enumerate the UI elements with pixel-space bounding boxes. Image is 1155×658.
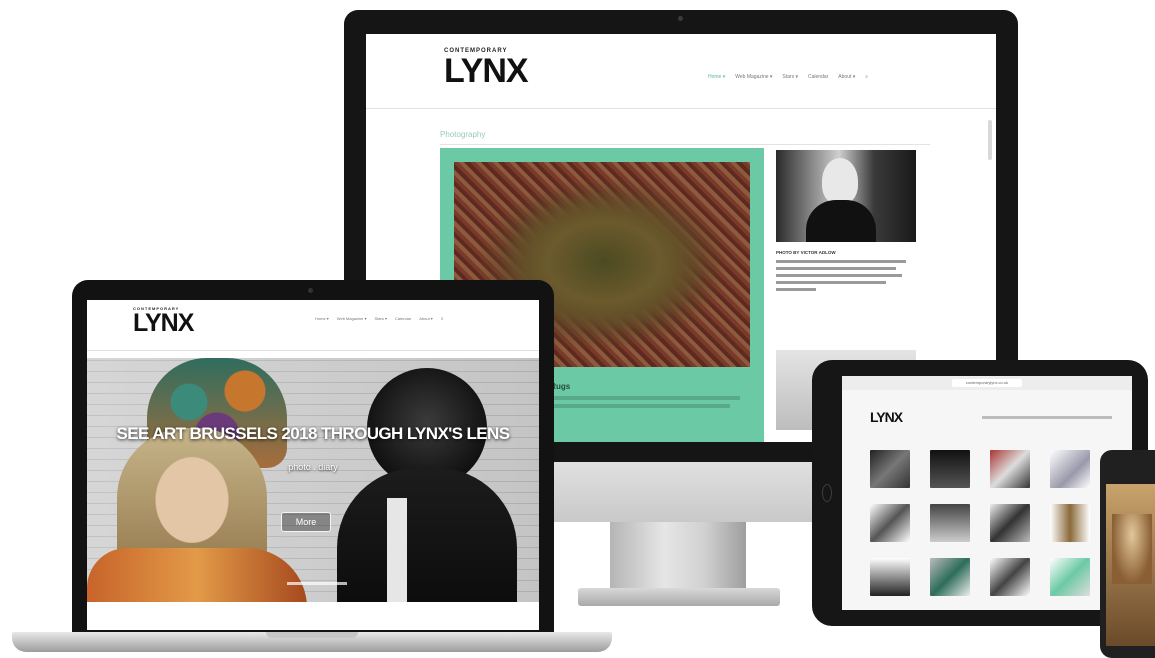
- slider-dots[interactable]: [287, 582, 347, 585]
- hero-banner[interactable]: SEE ART BRUSSELS 2018 THROUGH LYNX'S LEN…: [87, 358, 539, 602]
- gallery-thumb[interactable]: [990, 504, 1030, 542]
- tablet-nav[interactable]: [982, 416, 1112, 419]
- laptop-screen: CONTEMPORARY LYNX Home ▾ Web Magazine ▾ …: [87, 300, 539, 630]
- hero-more-button[interactable]: More: [281, 512, 331, 532]
- laptop-notch: [266, 632, 358, 638]
- gallery-thumb[interactable]: [990, 450, 1030, 488]
- phone-screen: [1106, 484, 1155, 646]
- portrait-face-image: [822, 158, 858, 204]
- tablet-logo[interactable]: LYNX: [870, 410, 903, 424]
- gallery-thumb[interactable]: [870, 450, 910, 488]
- monitor-stand-foot: [578, 588, 780, 606]
- gallery-thumb[interactable]: [870, 558, 910, 596]
- laptop-header-divider: [87, 350, 539, 351]
- search-icon[interactable]: ⌕: [865, 74, 868, 80]
- phone: [1100, 450, 1155, 658]
- laptop-nav-web-magazine[interactable]: Web Magazine ▾: [337, 316, 367, 322]
- gallery-thumb[interactable]: [1050, 450, 1090, 488]
- site-logo[interactable]: CONTEMPORARY LYNX: [444, 48, 529, 90]
- laptop-nav: Home ▾ Web Magazine ▾ Stars ▾ Calendar A…: [315, 316, 444, 322]
- tablet: contemporarylynx.co.uk LYNX: [812, 360, 1148, 626]
- gallery-thumb[interactable]: [930, 558, 970, 596]
- monitor-stand-neck: [610, 522, 746, 592]
- camera-icon: [678, 16, 683, 21]
- tablet-browser-bar: contemporarylynx.co.uk: [842, 376, 1132, 390]
- featured-excerpt-line-2: [540, 404, 730, 408]
- gallery-thumb[interactable]: [870, 504, 910, 542]
- gallery-thumb[interactable]: [1050, 558, 1090, 596]
- portrait-body-image: [806, 200, 876, 242]
- scrollbar[interactable]: [988, 120, 992, 160]
- desktop-nav: Home ▾ Web Magazine ▾ Stars ▾ Calendar A…: [708, 74, 868, 80]
- laptop: CONTEMPORARY LYNX Home ▾ Web Magazine ▾ …: [72, 280, 554, 642]
- section-divider: [440, 144, 930, 145]
- tablet-url-bar[interactable]: contemporarylynx.co.uk: [952, 379, 1022, 387]
- nav-stars[interactable]: Stars ▾: [782, 74, 798, 80]
- laptop-nav-calendar[interactable]: Calendar: [395, 316, 411, 322]
- laptop-nav-stars[interactable]: Stars ▾: [375, 316, 387, 322]
- laptop-nav-home[interactable]: Home ▾: [315, 316, 329, 322]
- header-divider: [366, 108, 996, 109]
- nav-calendar[interactable]: Calendar: [808, 74, 828, 80]
- tablet-screen: contemporarylynx.co.uk LYNX: [842, 376, 1132, 610]
- gallery-thumb[interactable]: [1050, 504, 1090, 542]
- side-caption[interactable]: PHOTO BY VICTOR ADLOW: [776, 250, 836, 255]
- hero-title: SEE ART BRUSSELS 2018 THROUGH LYNX'S LEN…: [116, 424, 510, 443]
- portrait-photo[interactable]: [776, 150, 916, 242]
- laptop-logo-wordmark: LYNX: [133, 309, 194, 337]
- laptop-nav-about[interactable]: About ▾: [419, 316, 433, 322]
- side-text-block: [776, 260, 906, 291]
- logo-wordmark: LYNX: [444, 52, 529, 90]
- white-shirt-image: [387, 498, 407, 602]
- laptop-search-icon[interactable]: ⌕: [441, 316, 444, 322]
- section-title: Photography: [440, 130, 486, 139]
- gallery-thumb[interactable]: [930, 504, 970, 542]
- phone-hero-image[interactable]: [1112, 514, 1152, 584]
- hero-subtitle: photo . diary: [288, 462, 338, 472]
- nav-home[interactable]: Home ▾: [708, 74, 725, 80]
- laptop-camera-icon: [308, 288, 313, 293]
- laptop-logo[interactable]: CONTEMPORARY LYNX: [133, 306, 194, 337]
- featured-excerpt-line-1: [540, 396, 740, 400]
- nav-web-magazine[interactable]: Web Magazine ▾: [735, 74, 772, 80]
- orange-dress-image: [87, 548, 307, 602]
- fur-coat-image: [337, 468, 517, 602]
- nav-about[interactable]: About ▾: [838, 74, 855, 80]
- gallery-thumb[interactable]: [990, 558, 1030, 596]
- home-button-icon[interactable]: [822, 484, 832, 502]
- gallery-thumb[interactable]: [930, 450, 970, 488]
